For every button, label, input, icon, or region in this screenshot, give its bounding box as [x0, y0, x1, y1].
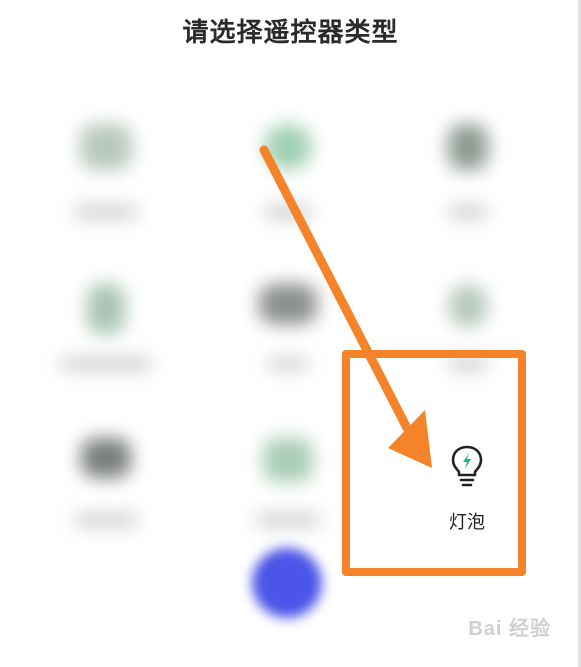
watermark-text: Bai 经验 — [468, 618, 551, 640]
watermark-logo: Bai 经验 — [468, 612, 551, 641]
annotation-arrow — [259, 145, 432, 468]
